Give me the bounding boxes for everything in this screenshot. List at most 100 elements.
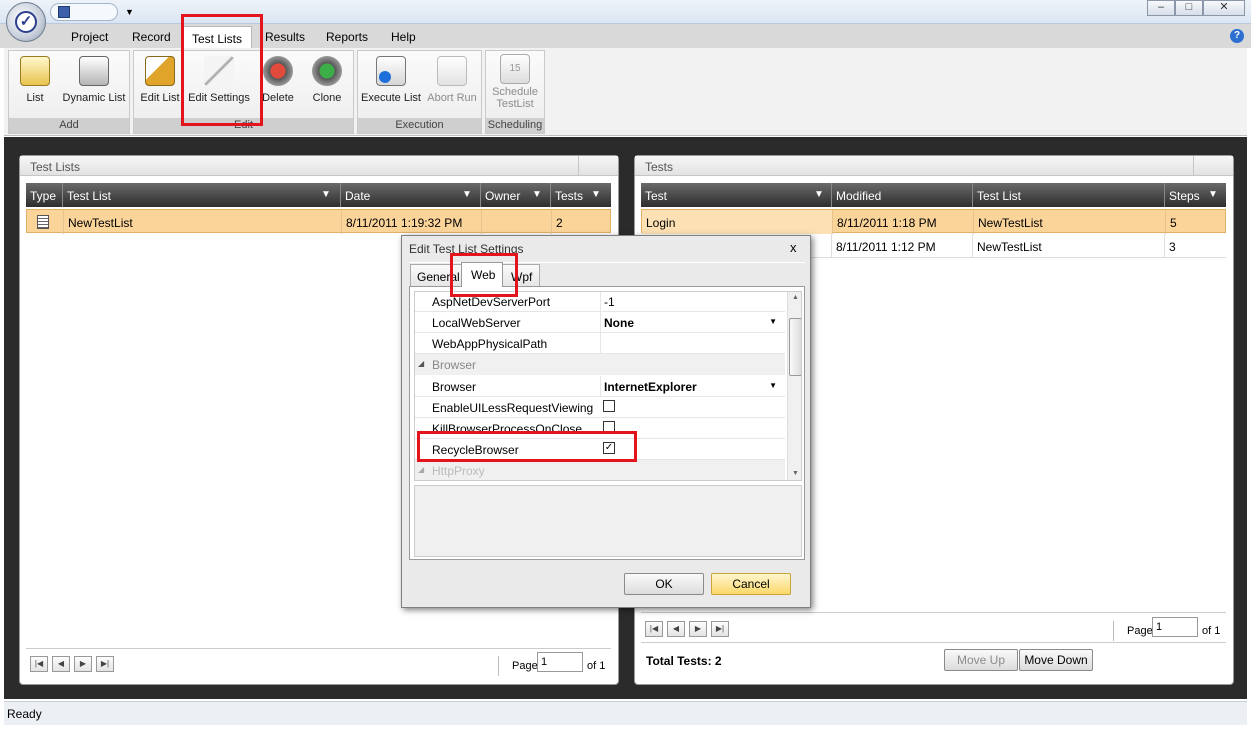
property-row[interactable]: EnableUILessRequestViewing — [415, 397, 785, 418]
page-label: Page — [1127, 625, 1153, 637]
move-down-button[interactable]: Move Down — [1019, 649, 1093, 671]
schedule-testlist-button-label: Schedule TestList — [492, 86, 538, 110]
abort-run-button[interactable]: Abort Run — [425, 56, 479, 104]
execute-list-button[interactable]: Execute List — [361, 56, 421, 104]
dynamic-list-button-label: Dynamic List — [62, 92, 126, 104]
previous-page-button[interactable]: ◀ — [667, 621, 685, 637]
category-label: Browser — [432, 358, 477, 372]
tab-results[interactable]: Results — [265, 30, 305, 44]
property-row[interactable]: LocalWebServer None ▼ — [415, 312, 785, 333]
tests-grid-header: Test ▼ Modified Test List Steps ▼ — [641, 183, 1226, 207]
first-page-button[interactable]: |◀ — [645, 621, 663, 637]
tab-record[interactable]: Record — [132, 30, 171, 44]
property-value[interactable] — [600, 333, 785, 354]
property-name: Browser — [432, 380, 477, 394]
dynamic-list-button[interactable]: Dynamic List — [62, 56, 126, 104]
highlight-edit-settings — [181, 14, 263, 126]
page-label: Page — [512, 660, 538, 672]
schedule-testlist-button[interactable]: 15 Schedule TestList — [489, 54, 541, 110]
property-name: WebAppPhysicalPath — [432, 337, 548, 351]
column-header-modified[interactable]: Modified — [832, 183, 973, 207]
column-header-test[interactable]: Test ▼ — [641, 183, 832, 207]
edit-list-button[interactable]: Edit List — [139, 56, 181, 104]
column-header-tests[interactable]: Tests ▼ — [551, 183, 611, 207]
clone-button[interactable]: Clone — [309, 56, 345, 104]
tab-content: AspNetDevServerPort -1 LocalWebServer No… — [409, 286, 805, 560]
ok-button[interactable]: OK — [624, 573, 704, 595]
close-window-button[interactable]: ✕ — [1203, 0, 1245, 16]
last-page-button[interactable]: ▶| — [711, 621, 729, 637]
table-row[interactable]: Login 8/11/2011 1:18 PM NewTestList 5 — [641, 209, 1226, 234]
column-header-type[interactable]: Type — [26, 183, 63, 207]
execute-list-button-label: Execute List — [361, 92, 421, 104]
calendar-icon: 15 — [500, 54, 530, 84]
column-header-date[interactable]: Date ▼ — [341, 183, 481, 207]
property-dropdown[interactable]: None ▼ — [600, 312, 785, 333]
property-row[interactable]: WebAppPhysicalPath — [415, 333, 785, 354]
property-row[interactable]: Browser InternetExplorer ▼ — [415, 376, 785, 397]
previous-page-button[interactable]: ◀ — [52, 656, 70, 672]
cell-modified: 8/11/2011 1:18 PM — [833, 210, 974, 234]
cancel-button[interactable]: Cancel — [711, 573, 791, 595]
next-page-button[interactable]: ▶ — [689, 621, 707, 637]
scroll-up-icon[interactable]: ▲ — [792, 294, 799, 301]
enable-uiless-checkbox[interactable] — [603, 400, 615, 412]
group-label: Add — [9, 118, 129, 133]
filter-icon[interactable]: ▼ — [321, 189, 331, 200]
filter-icon[interactable]: ▼ — [532, 189, 542, 200]
tab-help[interactable]: Help — [391, 30, 416, 44]
column-header-owner[interactable]: Owner ▼ — [481, 183, 551, 207]
scrollbar[interactable]: ▲ ▼ — [787, 292, 801, 480]
dialog-close-button[interactable]: x — [790, 240, 797, 255]
scroll-down-icon[interactable]: ▼ — [792, 470, 799, 477]
last-page-button[interactable]: ▶| — [96, 656, 114, 672]
collapse-icon[interactable]: ◢ — [418, 359, 424, 368]
category-label: HttpProxy — [432, 464, 485, 478]
dynamic-list-icon — [79, 56, 109, 86]
save-icon[interactable] — [58, 6, 70, 18]
app-menu-button[interactable]: ✓ — [6, 2, 46, 42]
filter-icon[interactable]: ▼ — [1208, 189, 1218, 200]
panel-title: Test Lists — [20, 156, 618, 176]
chevron-down-icon: ▼ — [769, 317, 777, 326]
cell-test-list: NewTestList — [64, 210, 342, 234]
first-page-button[interactable]: |◀ — [30, 656, 48, 672]
clone-gear-icon — [312, 56, 342, 86]
property-name: AspNetDevServerPort — [432, 295, 551, 309]
column-header-test-list[interactable]: Test List ▼ — [63, 183, 341, 207]
maximize-button[interactable]: □ — [1175, 0, 1203, 16]
tab-project[interactable]: Project — [71, 30, 108, 44]
cell-date: 8/11/2011 1:19:32 PM — [342, 210, 482, 234]
table-row[interactable]: NewTestList 8/11/2011 1:19:32 PM 2 — [26, 209, 611, 234]
pencil-icon — [145, 56, 175, 86]
filter-icon[interactable]: ▼ — [591, 189, 601, 200]
edit-list-button-label: Edit List — [140, 92, 180, 104]
page-number-input[interactable]: 1 — [1152, 617, 1198, 637]
list-icon — [20, 56, 50, 86]
delete-button[interactable]: Delete — [260, 56, 296, 104]
filter-icon[interactable]: ▼ — [814, 189, 824, 200]
collapse-icon[interactable]: ◢ — [418, 465, 424, 474]
tab-reports[interactable]: Reports — [326, 30, 368, 44]
list-button[interactable]: List — [18, 56, 52, 104]
tab-web[interactable]: Web — [461, 262, 503, 287]
move-up-button[interactable]: Move Up — [944, 649, 1018, 671]
scrollbar-thumb[interactable] — [789, 318, 801, 376]
column-header-steps[interactable]: Steps ▼ — [1165, 183, 1226, 207]
page-number-input[interactable]: 1 — [537, 652, 583, 672]
next-page-button[interactable]: ▶ — [74, 656, 92, 672]
filter-icon[interactable]: ▼ — [462, 189, 472, 200]
category-httpproxy[interactable]: ◢ HttpProxy — [415, 460, 785, 480]
abort-run-button-label: Abort Run — [427, 92, 477, 104]
column-header-test-list[interactable]: Test List — [973, 183, 1165, 207]
category-browser[interactable]: ◢ Browser — [415, 354, 785, 375]
minimize-button[interactable]: – — [1147, 0, 1175, 16]
abort-run-icon — [437, 56, 467, 86]
property-value[interactable]: -1 — [600, 292, 785, 312]
help-icon[interactable]: ? — [1230, 29, 1244, 43]
list-button-label: List — [26, 92, 44, 104]
delete-button-label: Delete — [262, 92, 294, 104]
cell-steps: 5 — [1170, 216, 1177, 230]
property-dropdown[interactable]: InternetExplorer ▼ — [600, 376, 785, 397]
quick-access-dropdown-icon[interactable]: ▼ — [125, 7, 134, 17]
